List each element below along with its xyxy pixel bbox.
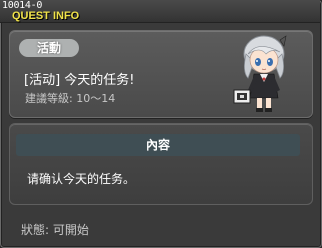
quest-status: 狀態: 可開始 [21, 223, 89, 237]
recommended-level: 建議等級: 10～14 [25, 92, 116, 105]
quest-name: [活动] 今天的任务! [24, 73, 135, 88]
content-text: 请确认今天的任务。 [27, 172, 136, 186]
category-badge: 活動 [19, 39, 79, 57]
window-title: QUEST INFO [12, 10, 80, 22]
npc-portrait [233, 35, 287, 112]
content-tab[interactable]: 內容 [16, 134, 300, 156]
